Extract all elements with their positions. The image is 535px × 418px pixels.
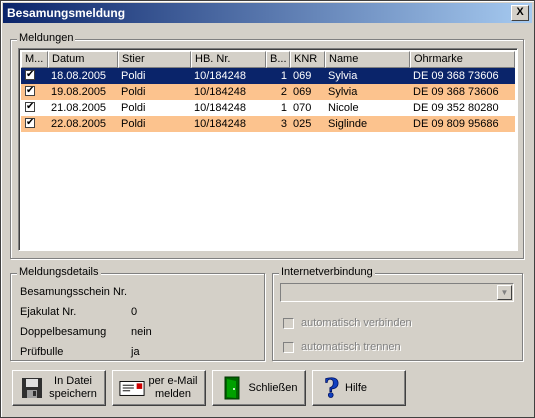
- cell-name: Sylvia: [328, 70, 358, 82]
- cell-ohrmarke: DE 09 352 80280: [413, 102, 499, 114]
- table-row[interactable]: 21.08.2005 Poldi 10/184248 1 070 Nicole …: [21, 100, 515, 116]
- list-header: M... Datum Stier HB. Nr. B... KNR Name O…: [21, 51, 515, 68]
- help-question-icon: ?: [319, 375, 345, 401]
- help-button[interactable]: ? Hilfe: [312, 370, 406, 406]
- pruefbulle-label: Prüfbulle: [20, 346, 64, 358]
- cell-b: 1: [280, 102, 287, 114]
- cell-knr: 069: [293, 86, 312, 98]
- cell-name: Sylvia: [328, 86, 358, 98]
- cell-knr: 070: [293, 102, 312, 114]
- cell-stier: Poldi: [121, 70, 146, 82]
- cell-ohrmarke: DE 09 809 95686: [413, 118, 499, 130]
- cell-datum: 21.08.2005: [51, 102, 107, 114]
- save-to-file-button[interactable]: In Datei speichern: [12, 370, 106, 406]
- cell-stier: Poldi: [121, 118, 146, 130]
- title-bar[interactable]: Besamungsmeldung X: [3, 3, 532, 23]
- cell-hb-nr: 10/184248: [194, 70, 246, 82]
- close-button-label: Schließen: [248, 381, 298, 394]
- help-button-label: Hilfe: [345, 381, 368, 394]
- details-group-label: Meldungsdetails: [17, 266, 101, 278]
- email-form-icon: [119, 375, 145, 401]
- table-row[interactable]: 19.08.2005 Poldi 10/184248 2 069 Sylvia …: [21, 84, 515, 100]
- besamungsschein-label: Besamungsschein Nr.: [20, 286, 127, 298]
- cell-datum: 19.08.2005: [51, 86, 107, 98]
- cell-name: Nicole: [328, 102, 359, 114]
- email-report-label: per e-Mail melden: [148, 375, 198, 400]
- dialog-window: Besamungsmeldung X Meldungen M... Datum …: [0, 0, 535, 418]
- floppy-disk-icon: [19, 375, 45, 401]
- cell-knr: 025: [293, 118, 312, 130]
- col-header-datum[interactable]: Datum: [48, 51, 118, 68]
- cell-ohrmarke: DE 09 368 73606: [413, 86, 499, 98]
- cell-stier: Poldi: [121, 102, 146, 114]
- window-title: Besamungsmeldung: [7, 6, 126, 20]
- auto-disconnect-label: automatisch trennen: [301, 341, 401, 353]
- cell-name: Siglinde: [328, 118, 368, 130]
- table-row[interactable]: 18.08.2005 Poldi 10/184248 1 069 Sylvia …: [21, 68, 515, 84]
- row-checkbox[interactable]: [25, 100, 35, 115]
- row-checkbox[interactable]: [25, 68, 35, 83]
- table-row[interactable]: 22.08.2005 Poldi 10/184248 3 025 Siglind…: [21, 116, 515, 132]
- pruefbulle-value: ja: [131, 346, 140, 358]
- ejakulat-label: Ejakulat Nr.: [20, 306, 77, 318]
- close-button[interactable]: Schließen: [212, 370, 306, 406]
- row-checkbox[interactable]: [25, 116, 35, 131]
- svg-text:?: ?: [324, 375, 339, 401]
- col-header-name[interactable]: Name: [325, 51, 410, 68]
- auto-connect-label: automatisch verbinden: [301, 317, 412, 329]
- cell-hb-nr: 10/184248: [194, 86, 246, 98]
- doppelbesamung-label: Doppelbesamung: [20, 326, 107, 338]
- connection-select[interactable]: ▼: [280, 283, 514, 302]
- internet-group-label: Internetverbindung: [279, 266, 375, 278]
- meldungen-group-label: Meldungen: [17, 32, 76, 44]
- doppelbesamung-value: nein: [131, 326, 152, 338]
- save-to-file-label: In Datei speichern: [49, 375, 97, 400]
- col-header-hb-nr[interactable]: HB. Nr.: [191, 51, 266, 68]
- row-checkbox[interactable]: [25, 84, 35, 99]
- cell-hb-nr: 10/184248: [194, 102, 246, 114]
- email-report-button[interactable]: per e-Mail melden: [112, 370, 206, 406]
- cell-b: 2: [280, 86, 287, 98]
- cell-datum: 22.08.2005: [51, 118, 107, 130]
- cell-knr: 069: [293, 70, 312, 82]
- cell-b: 1: [280, 70, 287, 82]
- chevron-down-icon[interactable]: ▼: [497, 285, 512, 300]
- meldungen-list[interactable]: M... Datum Stier HB. Nr. B... KNR Name O…: [18, 48, 518, 251]
- cell-ohrmarke: DE 09 368 73606: [413, 70, 499, 82]
- close-window-button[interactable]: X: [511, 5, 529, 21]
- auto-connect-checkbox[interactable]: [283, 318, 294, 329]
- col-header-stier[interactable]: Stier: [118, 51, 191, 68]
- cell-b: 3: [280, 118, 287, 130]
- cell-datum: 18.08.2005: [51, 70, 107, 82]
- cell-stier: Poldi: [121, 86, 146, 98]
- col-header-b[interactable]: B...: [266, 51, 290, 68]
- auto-disconnect-checkbox[interactable]: [283, 342, 294, 353]
- exit-door-icon: [219, 375, 245, 401]
- col-header-knr[interactable]: KNR: [290, 51, 325, 68]
- ejakulat-value: 0: [131, 306, 138, 318]
- col-header-m[interactable]: M...: [21, 51, 48, 68]
- col-header-ohrmarke[interactable]: Ohrmarke: [410, 51, 515, 68]
- cell-hb-nr: 10/184248: [194, 118, 246, 130]
- list-rows: 18.08.2005 Poldi 10/184248 1 069 Sylvia …: [21, 68, 515, 132]
